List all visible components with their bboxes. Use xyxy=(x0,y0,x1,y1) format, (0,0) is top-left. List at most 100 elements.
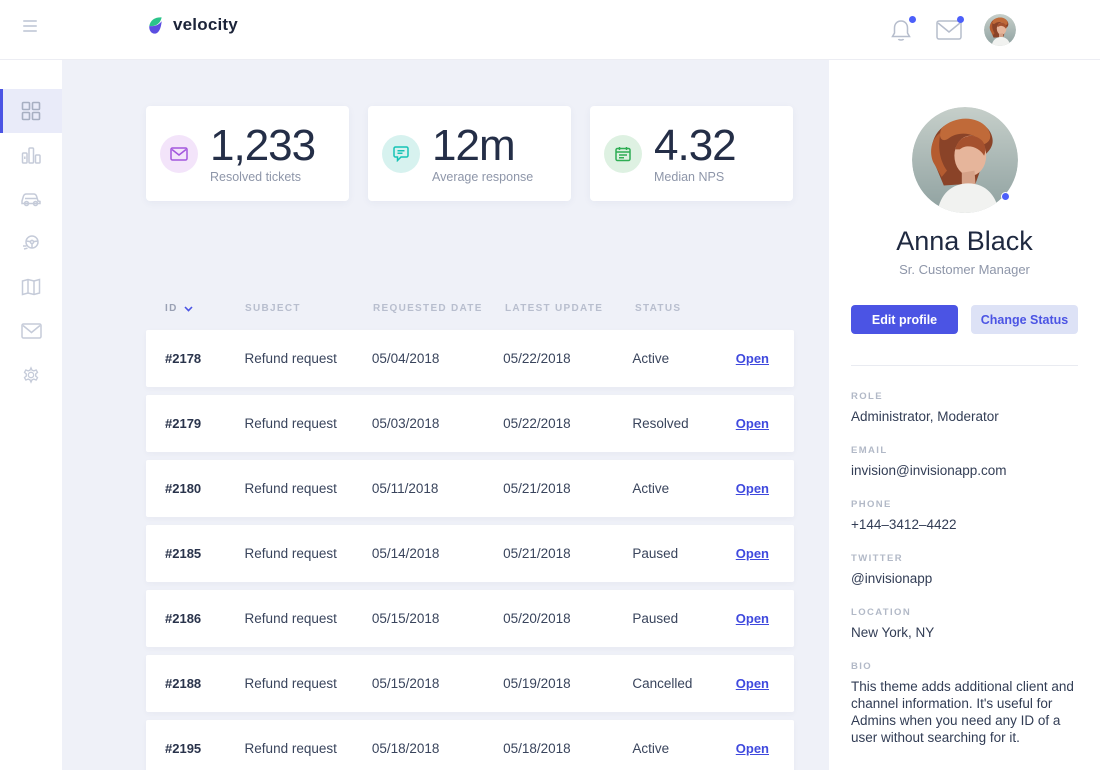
sidebar-item-dashboard[interactable] xyxy=(0,89,62,133)
ticket-subject: Refund request xyxy=(244,611,337,626)
open-ticket-link[interactable]: Open xyxy=(736,676,769,691)
table-row: #2185 Refund request 05/14/2018 05/21/20… xyxy=(146,525,794,582)
ticket-latest-update: 05/18/2018 xyxy=(503,741,571,756)
logo-leaf-icon xyxy=(146,16,165,35)
ticket-id: #2178 xyxy=(165,351,202,366)
top-header: velocity xyxy=(0,0,1100,60)
notification-badge-dot xyxy=(909,16,916,23)
ticket-status: Paused xyxy=(632,546,679,561)
ticket-status: Active xyxy=(632,741,670,756)
column-header-subject: SUBJECT xyxy=(245,303,301,314)
ticket-latest-update: 05/19/2018 xyxy=(503,676,571,691)
ticket-requested-date: 05/18/2018 xyxy=(371,741,440,756)
open-ticket-link[interactable]: Open xyxy=(736,416,769,431)
stat-card-median-nps: 4.32 Median NPS xyxy=(590,106,793,201)
app-logo[interactable]: velocity xyxy=(146,15,238,35)
ticket-latest-update: 05/22/2018 xyxy=(503,416,571,431)
open-ticket-link[interactable]: Open xyxy=(736,481,769,496)
table-header: ID SUBJECT REQUESTED DATE LATEST UPDATE … xyxy=(146,303,794,314)
ticket-subject: Refund request xyxy=(244,416,337,431)
open-ticket-link[interactable]: Open xyxy=(736,546,769,561)
sidebar-item-analytics[interactable] xyxy=(0,133,62,177)
profile-name: Anna Black xyxy=(896,226,1033,256)
ticket-status: Active xyxy=(632,351,670,366)
ticket-id: #2186 xyxy=(165,611,202,626)
field-label-twitter: Twitter xyxy=(851,553,904,564)
open-ticket-link[interactable]: Open xyxy=(736,351,769,366)
profile-job-title: Sr. Customer Manager xyxy=(899,262,1030,277)
main-content: 1,233 Resolved tickets 12m Average respo… xyxy=(62,60,829,770)
field-label-location: Location xyxy=(851,607,912,618)
table-row: #2178 Refund request 05/04/2018 05/22/20… xyxy=(146,330,794,387)
online-status-dot xyxy=(1000,192,1010,201)
ticket-requested-date: 05/04/2018 xyxy=(371,351,440,366)
gear-icon xyxy=(21,365,41,385)
ticket-requested-date: 05/14/2018 xyxy=(371,546,440,561)
messages-mail-icon[interactable] xyxy=(936,16,964,43)
calendar-icon xyxy=(604,134,642,173)
left-sidebar xyxy=(0,60,62,770)
notifications-bell-icon[interactable] xyxy=(888,16,916,43)
open-ticket-link[interactable]: Open xyxy=(736,741,769,756)
ticket-latest-update: 05/22/2018 xyxy=(503,351,571,366)
ticket-status: Resolved xyxy=(632,416,689,431)
sidebar-item-vehicles[interactable] xyxy=(0,177,62,221)
ticket-requested-date: 05/11/2018 xyxy=(371,481,439,496)
sidebar-item-messages[interactable] xyxy=(0,309,62,353)
table-row: #2180 Refund request 05/11/2018 05/21/20… xyxy=(146,460,794,517)
steering-wheel-icon xyxy=(21,233,41,253)
ticket-id: #2188 xyxy=(165,676,202,691)
stat-value: 4.32 xyxy=(654,120,737,170)
change-status-button[interactable]: Change Status xyxy=(971,305,1078,334)
stat-label: Average response xyxy=(432,169,534,184)
ticket-requested-date: 05/03/2018 xyxy=(371,416,440,431)
field-value-email: invision@invisionapp.com xyxy=(851,463,1007,478)
bar-chart-icon xyxy=(21,145,41,165)
ticket-status: Active xyxy=(632,481,670,496)
ticket-status: Cancelled xyxy=(632,676,693,691)
message-badge-dot xyxy=(957,16,964,23)
sidebar-item-settings[interactable] xyxy=(0,353,62,397)
chat-bubble-icon xyxy=(382,134,420,173)
ticket-latest-update: 05/21/2018 xyxy=(503,546,571,561)
field-value-location: New York, NY xyxy=(851,625,935,640)
chevron-down-icon xyxy=(184,305,193,312)
ticket-id: #2180 xyxy=(165,481,202,496)
field-label-bio: Bio xyxy=(851,661,873,672)
ticket-latest-update: 05/20/2018 xyxy=(503,611,571,626)
sidebar-item-trips[interactable] xyxy=(0,221,62,265)
ticket-subject: Refund request xyxy=(244,741,337,756)
ticket-status: Paused xyxy=(632,611,679,626)
stat-value: 1,233 xyxy=(210,120,316,170)
map-icon xyxy=(21,278,41,296)
field-label-phone: Phone xyxy=(851,499,892,510)
menu-icon[interactable] xyxy=(23,20,37,32)
field-value-role: Administrator, Moderator xyxy=(851,409,999,424)
sidebar-item-map[interactable] xyxy=(0,265,62,309)
envelope-icon xyxy=(20,323,42,339)
column-header-id[interactable]: ID xyxy=(165,303,245,314)
ticket-id: #2185 xyxy=(165,546,202,561)
ticket-subject: Refund request xyxy=(244,676,337,691)
ticket-subject: Refund request xyxy=(244,546,337,561)
open-ticket-link[interactable]: Open xyxy=(736,611,769,626)
ticket-subject: Refund request xyxy=(244,481,337,496)
table-row: #2188 Refund request 05/15/2018 05/19/20… xyxy=(146,655,794,712)
header-user-avatar[interactable] xyxy=(984,14,1016,46)
table-row: #2179 Refund request 05/03/2018 05/22/20… xyxy=(146,395,794,452)
logo-text: velocity xyxy=(173,15,238,34)
ticket-requested-date: 05/15/2018 xyxy=(371,611,440,626)
field-value-twitter: @invisionapp xyxy=(851,571,933,586)
stat-card-resolved-tickets: 1,233 Resolved tickets xyxy=(146,106,349,201)
field-label-email: Email xyxy=(851,445,888,456)
stat-cards: 1,233 Resolved tickets 12m Average respo… xyxy=(146,106,793,201)
dashboard-grid-icon xyxy=(21,101,41,121)
stat-label: Resolved tickets xyxy=(210,169,302,184)
edit-profile-button[interactable]: Edit profile xyxy=(851,305,958,334)
envelope-icon xyxy=(160,134,198,173)
profile-panel: Anna Black Sr. Customer Manager Edit pro… xyxy=(829,60,1100,770)
panel-divider xyxy=(851,365,1078,366)
column-header-requested-date: REQUESTED DATE xyxy=(373,303,483,314)
field-value-phone: +144–3412–4422 xyxy=(851,517,957,532)
ticket-id: #2195 xyxy=(165,741,202,756)
